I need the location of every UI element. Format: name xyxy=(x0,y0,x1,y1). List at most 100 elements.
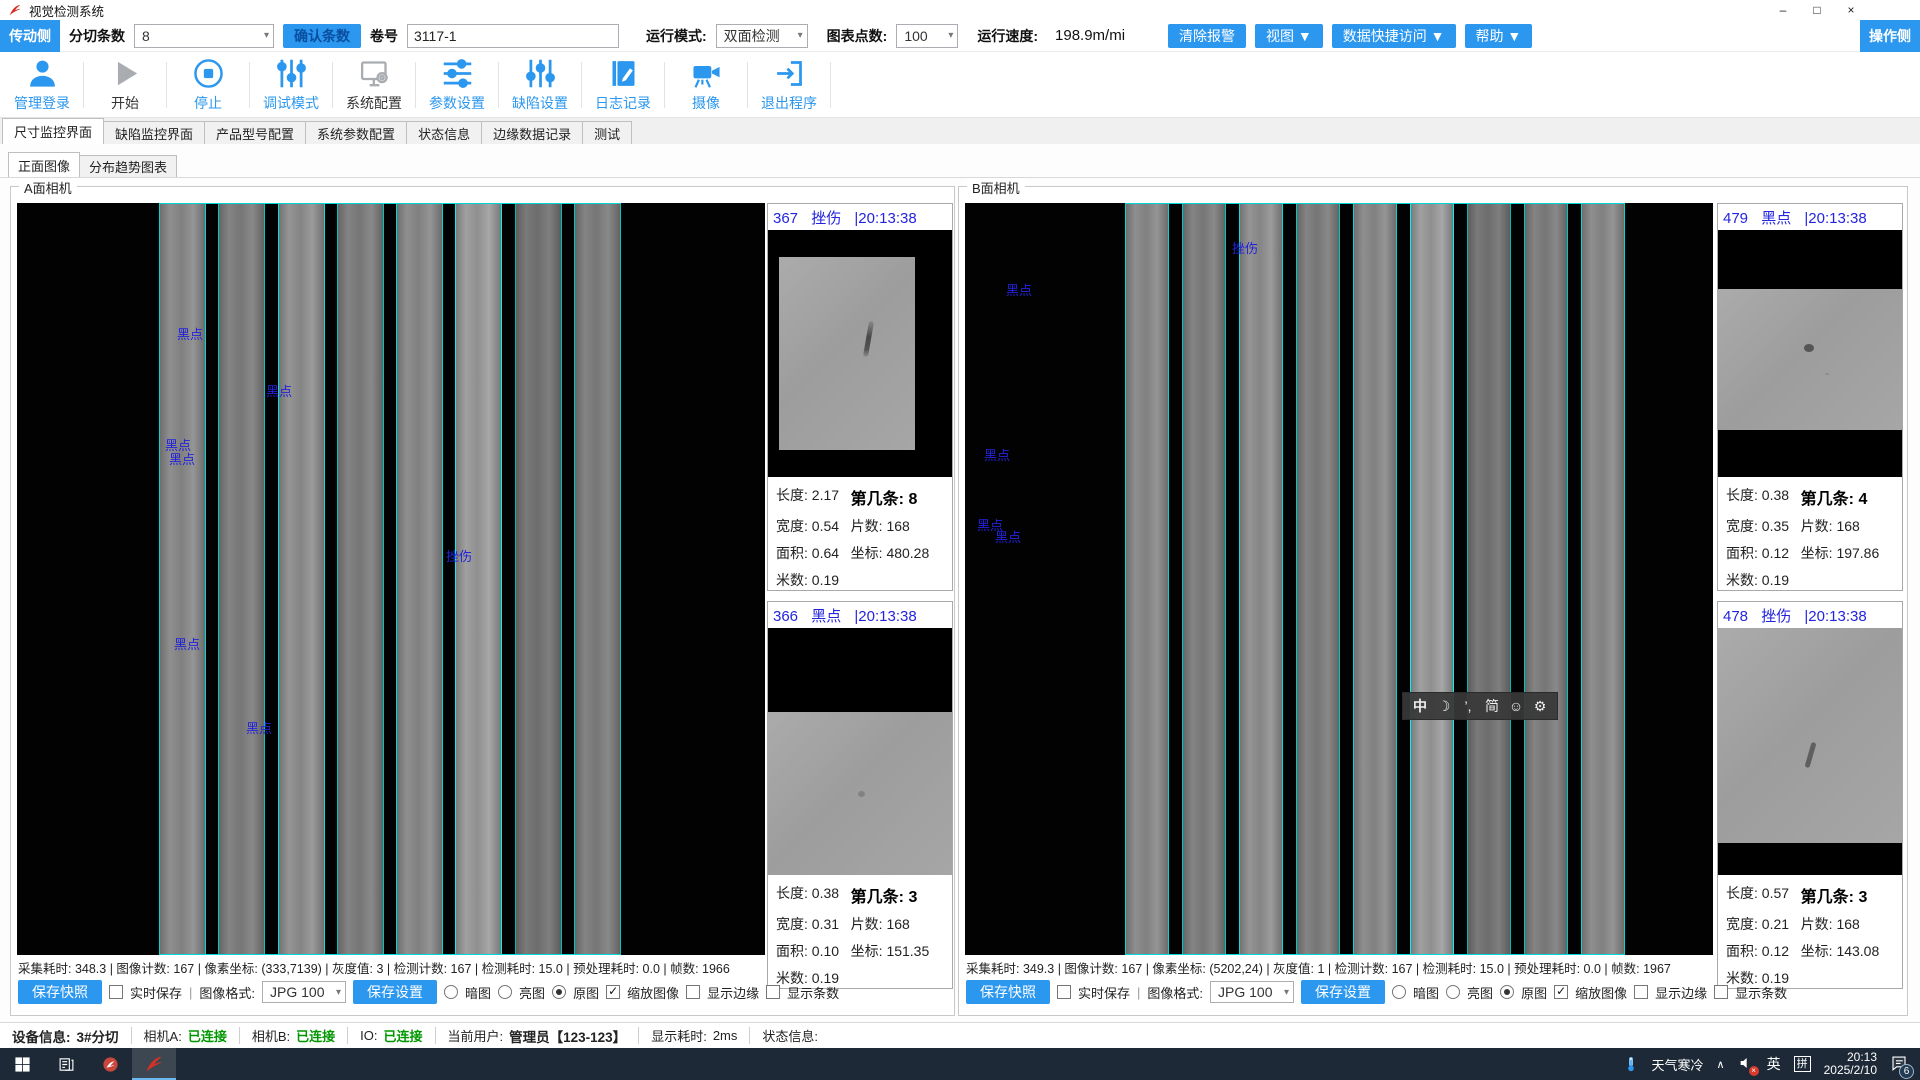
ime-language-bar: 中 ☽ ’, 简 ☺ ⚙ xyxy=(1402,692,1558,720)
volume-muted-icon[interactable]: × xyxy=(1738,1055,1754,1074)
original-image-radio[interactable] xyxy=(552,985,566,999)
chart-points-select[interactable]: 100 ▾ xyxy=(896,24,958,48)
parameter-settings-button[interactable]: 参数设置 xyxy=(421,57,493,113)
subtab-front-image[interactable]: 正面图像 xyxy=(8,152,80,177)
image-format-value: JPG 100 xyxy=(270,984,324,1000)
admin-login-button[interactable]: 管理登录 xyxy=(6,57,78,113)
drive-side-button[interactable]: 传动侧 xyxy=(0,20,60,52)
view-menu-button[interactable]: 视图 ▼ xyxy=(1255,24,1323,48)
strip xyxy=(1353,204,1397,954)
clear-alarm-button[interactable]: 清除报警 xyxy=(1168,24,1246,48)
roll-number-input[interactable] xyxy=(407,24,619,48)
defect-card[interactable]: 366 黑点 |20:13:38 长度: 0.38 第几条: 3 宽度: 0.3… xyxy=(767,601,953,989)
info-width: 宽度: 0.21 xyxy=(1726,914,1801,934)
ime-mode-button[interactable]: 中 xyxy=(1408,696,1432,716)
bright-image-radio[interactable] xyxy=(498,985,512,999)
tab-defect-monitor[interactable]: 缺陷监控界面 xyxy=(103,121,205,144)
task-view-button[interactable] xyxy=(44,1048,88,1080)
defect-marker-label: 黑点 xyxy=(995,527,1021,546)
original-image-radio[interactable] xyxy=(1500,985,1514,999)
taskbar-active-app[interactable] xyxy=(132,1048,176,1080)
tab-system-param-config[interactable]: 系统参数配置 xyxy=(305,121,407,144)
defect-card[interactable]: 479 黑点 |20:13:38 长度: 0.38 第几条: 4 宽度: 0.3… xyxy=(1717,203,1903,591)
weather-status-text[interactable]: 天气寒冷 xyxy=(1652,1055,1704,1074)
tray-chevron-up-icon[interactable]: ∧ xyxy=(1717,1058,1725,1071)
operate-side-button[interactable]: 操作侧 xyxy=(1860,20,1920,52)
ime-punctuation-button[interactable]: ’, xyxy=(1456,698,1480,714)
data-quick-access-button[interactable]: 数据快捷访问 ▼ xyxy=(1332,24,1456,48)
save-snapshot-button[interactable]: 保存快照 xyxy=(966,980,1050,1004)
defect-settings-button[interactable]: 缺陷设置 xyxy=(504,57,576,113)
image-format-select[interactable]: JPG 100 ▾ xyxy=(1210,981,1294,1003)
io-status-value: 已连接 xyxy=(384,1026,423,1045)
roll-number-label: 卷号 xyxy=(370,26,398,46)
tab-size-monitor[interactable]: 尺寸监控界面 xyxy=(2,118,104,144)
help-menu-button[interactable]: 帮助 ▼ xyxy=(1465,24,1533,48)
slit-count-select[interactable]: 8 ▾ xyxy=(134,24,274,48)
close-button[interactable]: × xyxy=(1834,0,1868,20)
realtime-save-checkbox[interactable] xyxy=(109,985,123,999)
ime-charset-button[interactable]: 简 xyxy=(1480,696,1504,716)
show-edge-checkbox[interactable] xyxy=(686,985,700,999)
save-settings-button[interactable]: 保存设置 xyxy=(1301,980,1385,1004)
defect-marker-label: 黑点 xyxy=(984,445,1010,464)
camera-capture-button[interactable]: 摄像 xyxy=(670,57,742,113)
camera-b-stats: 采集耗时: 349.3 | 图像计数: 167 | 像素坐标: (5202,24… xyxy=(966,958,1706,977)
taskbar-app-icon[interactable] xyxy=(88,1048,132,1080)
ime-settings-gear-icon[interactable]: ⚙ xyxy=(1528,698,1552,715)
ime-emoticon-icon[interactable]: ☺ xyxy=(1504,698,1528,714)
confirm-count-button[interactable]: 确认条数 xyxy=(283,24,361,48)
camera-b-status-label: 相机B: xyxy=(252,1026,290,1045)
windows-logo-icon xyxy=(14,1056,31,1073)
log-record-button[interactable]: 日志记录 xyxy=(587,57,659,113)
divider xyxy=(415,62,416,108)
show-strips-checkbox[interactable] xyxy=(766,985,780,999)
image-format-select[interactable]: JPG 100 ▾ xyxy=(262,981,346,1003)
debug-mode-button[interactable]: 调试模式 xyxy=(255,57,327,113)
divider xyxy=(83,62,84,108)
maximize-button[interactable]: □ xyxy=(1800,0,1834,20)
zoom-image-checkbox[interactable] xyxy=(1554,985,1568,999)
start-button[interactable]: 开始 xyxy=(89,57,161,113)
zoom-image-checkbox[interactable] xyxy=(606,985,620,999)
system-config-button[interactable]: 系统配置 xyxy=(338,57,410,113)
show-strips-checkbox[interactable] xyxy=(1714,985,1728,999)
exit-icon xyxy=(773,57,806,90)
current-user-value: 管理员【123-123】 xyxy=(509,1026,626,1046)
realtime-save-checkbox[interactable] xyxy=(1057,985,1071,999)
dark-image-radio[interactable] xyxy=(444,985,458,999)
strip xyxy=(455,204,502,954)
minimize-button[interactable]: – xyxy=(1766,0,1800,20)
thermometer-icon[interactable] xyxy=(1623,1055,1639,1073)
dark-image-radio[interactable] xyxy=(1392,985,1406,999)
save-settings-button[interactable]: 保存设置 xyxy=(353,980,437,1004)
tab-edge-data-record[interactable]: 边缘数据记录 xyxy=(481,121,583,144)
run-mode-select[interactable]: 双面检测 ▾ xyxy=(716,24,808,48)
tab-status-info[interactable]: 状态信息 xyxy=(406,121,482,144)
divider: | xyxy=(1137,985,1140,1000)
save-snapshot-button[interactable]: 保存快照 xyxy=(18,980,102,1004)
stop-button[interactable]: 停止 xyxy=(172,57,244,113)
defect-card[interactable]: 478 挫伤 |20:13:38 长度: 0.57 第几条: 3 宽度: 0.2… xyxy=(1717,601,1903,989)
video-camera-icon xyxy=(690,57,723,90)
taskbar-clock[interactable]: 20:13 2025/2/10 xyxy=(1824,1051,1877,1077)
exit-program-button[interactable]: 退出程序 xyxy=(753,57,825,113)
info-meters: 米数: 0.19 xyxy=(776,570,851,590)
info-area: 面积: 0.12 xyxy=(1726,543,1801,563)
ime-pinyin-indicator[interactable]: 拼 xyxy=(1794,1056,1811,1072)
info-pieces: 片数: 168 xyxy=(1801,914,1894,934)
bright-image-radio[interactable] xyxy=(1446,985,1460,999)
subtab-trend-chart[interactable]: 分布趋势图表 xyxy=(79,155,177,177)
action-center-button[interactable]: 6 xyxy=(1890,1054,1908,1075)
show-edge-checkbox[interactable] xyxy=(1634,985,1648,999)
defect-card[interactable]: 367 挫伤 |20:13:38 长度: 2.17 第几条: 8 宽度: 0.5… xyxy=(767,203,953,591)
ime-fullwidth-icon[interactable]: ☽ xyxy=(1432,698,1456,715)
tab-product-model-config[interactable]: 产品型号配置 xyxy=(204,121,306,144)
run-mode-value: 双面检测 xyxy=(724,26,780,46)
defect-marker-label: 黑点 xyxy=(174,634,200,653)
ime-language-indicator[interactable]: 英 xyxy=(1767,1054,1781,1074)
tab-test[interactable]: 测试 xyxy=(582,121,632,144)
camera-b-title: B面相机 xyxy=(967,178,1025,197)
start-button[interactable] xyxy=(0,1048,44,1080)
info-empty xyxy=(1801,570,1894,590)
